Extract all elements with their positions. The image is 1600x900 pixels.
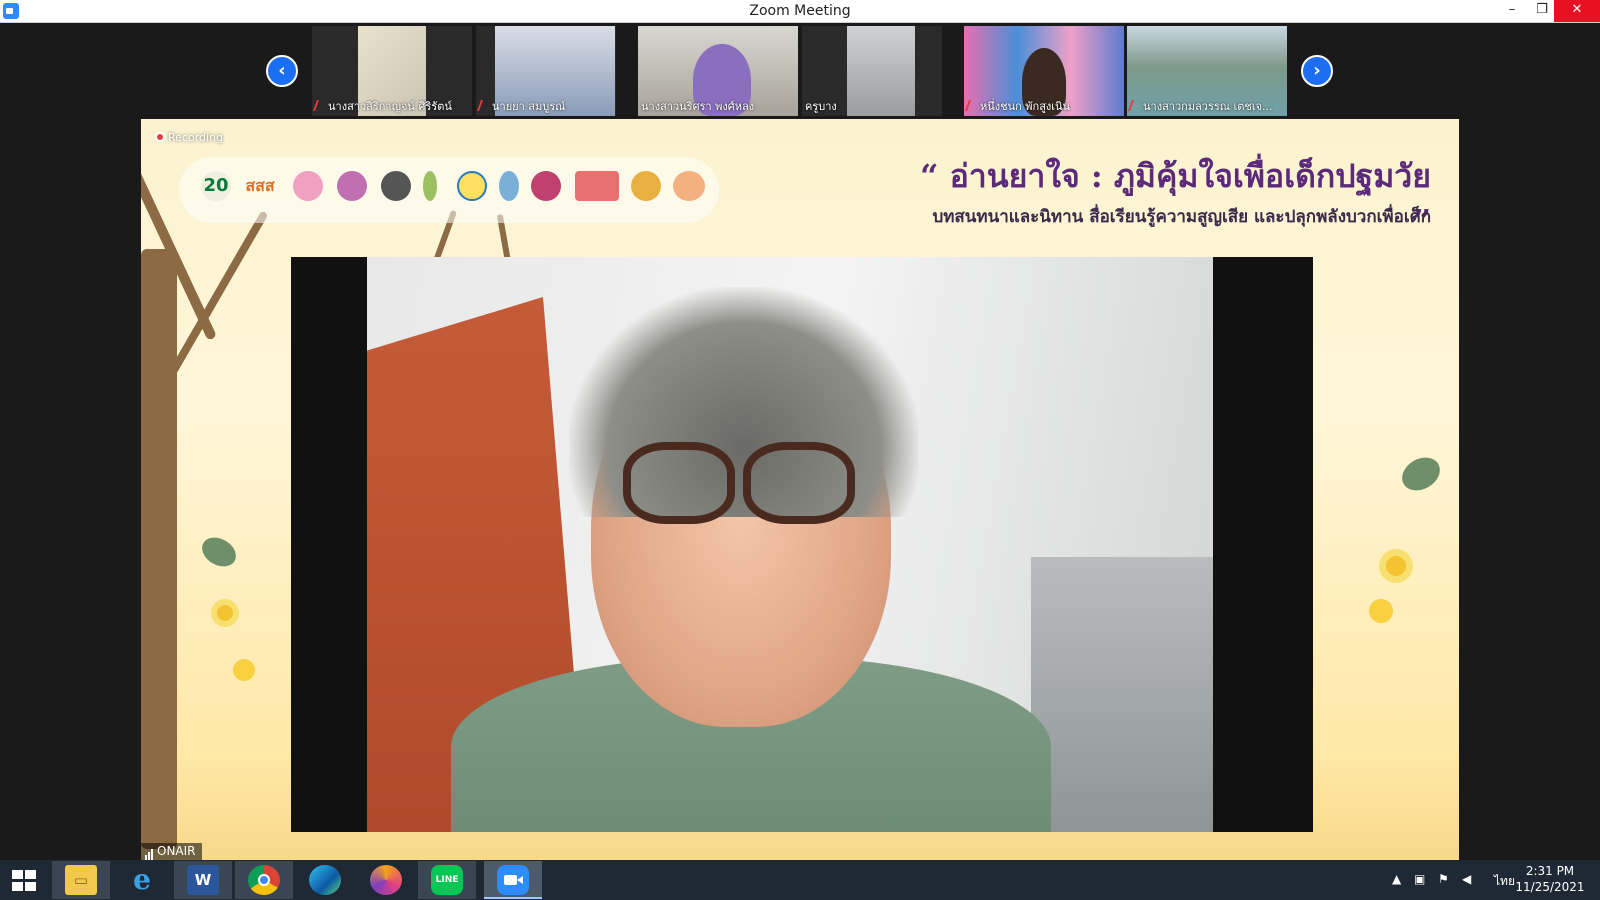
logo: [457, 171, 487, 201]
recording-label: Recording: [168, 131, 224, 144]
tree-trunk: [141, 249, 177, 849]
taskbar-vpn[interactable]: [357, 861, 415, 899]
glasses: [623, 442, 735, 524]
minimize-button[interactable]: –: [1497, 0, 1527, 22]
muted-mic-icon: [476, 100, 491, 111]
edge-icon: [309, 865, 341, 895]
line-icon: LINE: [431, 865, 463, 895]
system-clock[interactable]: 2:31 PM 11/25/2021: [1510, 863, 1590, 895]
action-center-flag-icon[interactable]: ⚑: [1438, 872, 1449, 886]
logo: [293, 171, 323, 201]
participant-tile[interactable]: นายยา สมบูรณ์: [476, 26, 616, 116]
chrome-icon: [248, 865, 280, 895]
taskbar-chrome[interactable]: [235, 861, 293, 899]
start-button[interactable]: [0, 860, 50, 900]
word-icon: W: [187, 865, 219, 895]
participant-name: ครูบาง: [805, 100, 837, 113]
leaf-decoration: [1396, 451, 1446, 497]
window-title: Zoom Meeting: [749, 3, 851, 19]
record-icon: [155, 132, 165, 142]
taskbar-word[interactable]: W: [174, 861, 232, 899]
participant-name: นางสาวนริศรา พงศ์หลง: [641, 100, 755, 113]
logo: [381, 171, 411, 201]
flower-decoration: [1379, 549, 1413, 583]
gallery-prev-button[interactable]: ‹: [266, 55, 298, 87]
onair-badge: ONAIR: [141, 843, 202, 860]
presentation-subtitle: บทสนทนาและนิทาน สื่อเรียนรู้ความสูญเสีย …: [932, 207, 1431, 227]
clock-time: 2:31 PM: [1525, 864, 1575, 878]
network-icon[interactable]: ▣: [1414, 872, 1425, 886]
title-bar: Zoom Meeting – ❐ ✕: [0, 0, 1600, 23]
onair-label: ONAIR: [157, 844, 196, 858]
flower-decoration: [233, 659, 255, 681]
taskbar-file-explorer[interactable]: ▭: [52, 861, 110, 899]
clock-date: 11/25/2021: [1515, 880, 1585, 894]
sponsor-logo-bar: 20 สสส: [179, 157, 719, 223]
vpn-icon: [370, 865, 402, 895]
flower-decoration: [211, 599, 239, 627]
logo: [575, 171, 619, 201]
logo: [531, 171, 561, 201]
muted-mic-icon: [312, 100, 327, 111]
taskbar-edge[interactable]: [296, 861, 354, 899]
logo: [499, 171, 519, 201]
logo: [673, 171, 705, 201]
participant-tile[interactable]: ครูบาง: [802, 26, 942, 116]
gallery-next-button[interactable]: ›: [1301, 55, 1333, 87]
logo: สสส: [245, 176, 275, 195]
logo: [337, 171, 367, 201]
taskbar-zoom[interactable]: [484, 861, 542, 899]
taskbar: ▭ e W LINE ▲ ▣ ⚑ ◀ ไทย 2:31 PM 11/25/202…: [0, 860, 1600, 900]
participant-name: นางสาวกมลวรรณ เตชเจ...: [1143, 100, 1273, 113]
close-button[interactable]: ✕: [1554, 0, 1600, 22]
participant-tile[interactable]: นางสาวนริศรา พงศ์หลง: [638, 26, 798, 116]
muted-mic-icon: [964, 100, 979, 111]
flower-decoration: [1369, 599, 1393, 623]
tree-branch: [161, 210, 269, 388]
logo: 20: [201, 171, 231, 201]
speaker-video: [291, 257, 1313, 832]
show-hidden-icons-button[interactable]: ▲: [1392, 872, 1401, 886]
internet-explorer-icon: e: [133, 863, 151, 896]
taskbar-internet-explorer[interactable]: e: [113, 861, 171, 899]
participant-tile[interactable]: นางสาวสิริกาญจน์ ศิริรัตน์: [312, 26, 472, 116]
taskbar-line[interactable]: LINE: [418, 861, 476, 899]
volume-icon[interactable]: ◀: [1462, 872, 1471, 886]
participant-name: หนึ่งชนก พักสูงเนิน: [980, 100, 1071, 113]
glasses: [743, 442, 855, 524]
participant-name: นายยา สมบูรณ์: [492, 100, 566, 113]
muted-mic-icon: [1127, 100, 1142, 111]
leaf-decoration: [196, 531, 242, 573]
logo: [423, 171, 437, 201]
participant-tile[interactable]: หนึ่งชนก พักสูงเนิน: [964, 26, 1124, 116]
participant-tile[interactable]: นางสาวกมลวรรณ เตชเจ...: [1127, 26, 1287, 116]
shared-screen: Recording 20 สสส “ อ่านยาใจ : ภูมิคุ้มใจ…: [141, 119, 1459, 860]
zoom-icon: [497, 865, 529, 895]
participant-name: นางสาวสิริกาญจน์ ศิริรัตน์: [328, 100, 452, 113]
windows-icon: [12, 870, 36, 891]
restore-button[interactable]: ❐: [1527, 0, 1557, 22]
file-explorer-icon: ▭: [65, 865, 97, 895]
participant-gallery: ‹ นางสาวสิริกาญจน์ ศิริรัตน์ นายยา สมบูร…: [0, 23, 1600, 119]
logo: [631, 171, 661, 201]
recording-indicator: Recording: [155, 131, 223, 144]
